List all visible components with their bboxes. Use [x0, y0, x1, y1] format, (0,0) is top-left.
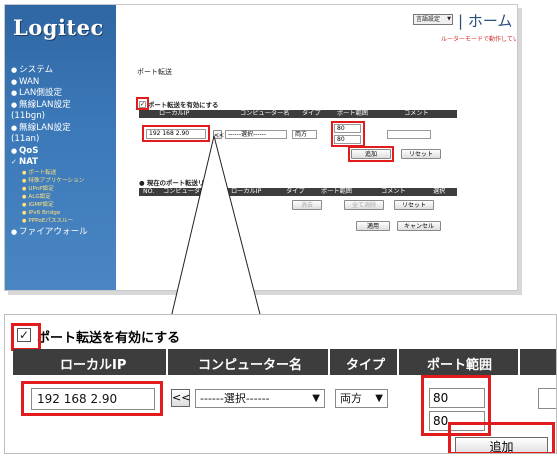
router-admin-screenshot: Logitec ● システム ● WAN ● LAN側設定 ● 無線LAN設定 (11b…: [4, 4, 518, 291]
sidebar: Logitec ● システム ● WAN ● LAN側設定 ● 無線LAN設定 (11b…: [5, 5, 116, 290]
page-title: ポート転送: [137, 68, 172, 76]
move-left-button-mini[interactable]: <<: [213, 130, 224, 139]
list-table-header: NO. コンピューター名 ローカルIP タイプ ポート範囲 コメント 選択: [139, 188, 457, 196]
chevron-down-icon: ▼: [375, 393, 383, 404]
highlight-box: [136, 97, 149, 110]
enable-checkbox-label: ポート転送を有効にする: [148, 101, 219, 109]
language-select[interactable]: 言語設定 ▼: [413, 14, 453, 25]
sidebar-item-system[interactable]: ● システム: [11, 65, 115, 77]
sidebar-item-firewall[interactable]: ● ファイアウォール: [11, 227, 115, 239]
type-select[interactable]: 両方 ▼: [335, 389, 388, 408]
delete-all-button-mini[interactable]: 全て消除: [344, 200, 384, 210]
home-link[interactable]: | ホーム |: [458, 10, 517, 31]
chevron-down-icon: ▼: [312, 393, 320, 404]
column-divider: [328, 349, 330, 375]
sidebar-item-label: 無線LAN設定 (11bgn): [11, 99, 71, 122]
computer-name-select[interactable]: ------選択------ ▼: [195, 389, 325, 408]
highlight-box: [448, 422, 555, 453]
bullet-icon: ●: [11, 227, 18, 236]
column-header: ポート範囲: [427, 358, 493, 373]
zoom-panel: ✓ ポート転送を有効にする ローカルIP コンピューター名 タイプ ポート範囲 …: [4, 314, 557, 454]
tutorial-figure: Logitec ● システム ● WAN ● LAN側設定 ● 無線LAN設定 (11b…: [0, 0, 557, 456]
check-icon: ✓: [11, 158, 17, 166]
bullet-icon: ●: [22, 185, 27, 192]
delete-button-mini[interactable]: 消去: [292, 200, 322, 210]
bullet-icon: ●: [11, 77, 18, 86]
submenu-pppoe-passthrough[interactable]: ● PPPoEパススルー: [11, 217, 115, 225]
sidebar-item-wireless-bgn[interactable]: ● 無線LAN設定 (11bgn): [11, 100, 81, 123]
bullet-icon: ●: [139, 179, 147, 187]
computer-select-mini[interactable]: ------選択------: [225, 130, 287, 139]
highlight-box: [348, 146, 394, 162]
sidebar-item-label: システム: [19, 65, 54, 75]
bullet-icon: ●: [11, 100, 18, 109]
bullet-icon: ●: [11, 123, 18, 132]
submenu-port-forwarding[interactable]: ● ポート転送: [11, 169, 115, 177]
apply-button-mini[interactable]: 適用: [356, 221, 390, 231]
sidebar-item-label: QoS: [19, 145, 39, 156]
sidebar-item-wan[interactable]: ● WAN: [11, 77, 115, 89]
main-content: ポート転送 ✓ ポート転送を有効にする ローカルIP コンピューター名 タイプ …: [116, 49, 517, 290]
router-mode-notice: ルーターモードで動作しています。: [441, 36, 517, 43]
logo: Logitec: [13, 15, 104, 40]
enable-checkbox-label: ポート転送を有効にする: [37, 331, 181, 346]
sidebar-item-label: 無線LAN設定 (11an): [11, 122, 71, 145]
reset-button-mini[interactable]: リセット: [401, 149, 441, 159]
bullet-icon: ●: [22, 193, 27, 200]
column-divider: [166, 349, 168, 375]
move-left-button[interactable]: <<: [171, 389, 190, 407]
submenu-igmp[interactable]: ● IGMP設定: [11, 201, 115, 209]
sidebar-item-wireless-an[interactable]: ● 無線LAN設定 (11an): [11, 123, 81, 146]
column-divider: [518, 349, 520, 375]
highlight-box: [11, 323, 41, 351]
bullet-icon: ●: [11, 146, 18, 155]
sidebar-item-label: NAT: [19, 157, 39, 167]
comment-input[interactable]: [538, 388, 556, 409]
type-select-mini[interactable]: 両方: [292, 130, 317, 139]
submenu-special-apps[interactable]: ● 特殊アプリケーション: [11, 177, 115, 185]
bullet-icon: ●: [22, 169, 27, 176]
current-list-title: ● 現在のポート転送リスト: [139, 179, 218, 187]
sidebar-item-qos[interactable]: ● QoS: [11, 146, 115, 158]
top-bar: 言語設定▼ | ホーム | ルーターモードで動作しています。: [116, 5, 517, 49]
comment-input-mini[interactable]: [387, 130, 431, 139]
form-table-header: ローカルIP コンピューター名 タイプ ポート範囲: [13, 349, 556, 375]
sidebar-item-lan[interactable]: ● LAN側設定: [11, 88, 115, 100]
highlight-box: [21, 381, 163, 416]
column-divider: [397, 349, 399, 375]
highlight-box: [142, 125, 210, 142]
column-header: コンピューター名: [198, 358, 303, 373]
sidebar-item-nat[interactable]: ✓ NAT: [11, 157, 115, 169]
form-table-header: ローカルIP コンピューター名 タイプ ポート範囲 コメント: [139, 110, 457, 118]
sidebar-item-label: ファイアウォール: [19, 226, 88, 237]
bullet-icon: ●: [22, 201, 27, 208]
zoom-content: ✓ ポート転送を有効にする ローカルIP コンピューター名 タイプ ポート範囲 …: [5, 315, 556, 453]
submenu-upnp[interactable]: ● UPnP設定: [11, 185, 115, 193]
bullet-icon: ●: [11, 66, 18, 74]
submenu-ipv6-bridge[interactable]: ● IPv6 Bridge: [11, 209, 115, 217]
sidebar-menu: ● システム ● WAN ● LAN側設定 ● 無線LAN設定 (11bgn) ● 無線L…: [11, 65, 115, 238]
bullet-icon: ●: [22, 209, 27, 216]
sidebar-item-label: LAN側設定: [19, 88, 63, 98]
bullet-icon: ●: [11, 89, 18, 97]
highlight-box: [331, 121, 365, 147]
list-reset-button-mini[interactable]: リセット: [394, 200, 434, 210]
column-header: タイプ: [346, 358, 386, 373]
sidebar-item-label: WAN: [19, 76, 40, 87]
cancel-button-mini[interactable]: キャンセル: [397, 221, 441, 231]
submenu-alg[interactable]: ● ALG設定: [11, 193, 115, 201]
chevron-down-icon: ▼: [447, 16, 451, 22]
bullet-icon: ●: [22, 217, 27, 224]
bullet-icon: ●: [22, 177, 27, 184]
column-header: ローカルIP: [60, 358, 127, 373]
